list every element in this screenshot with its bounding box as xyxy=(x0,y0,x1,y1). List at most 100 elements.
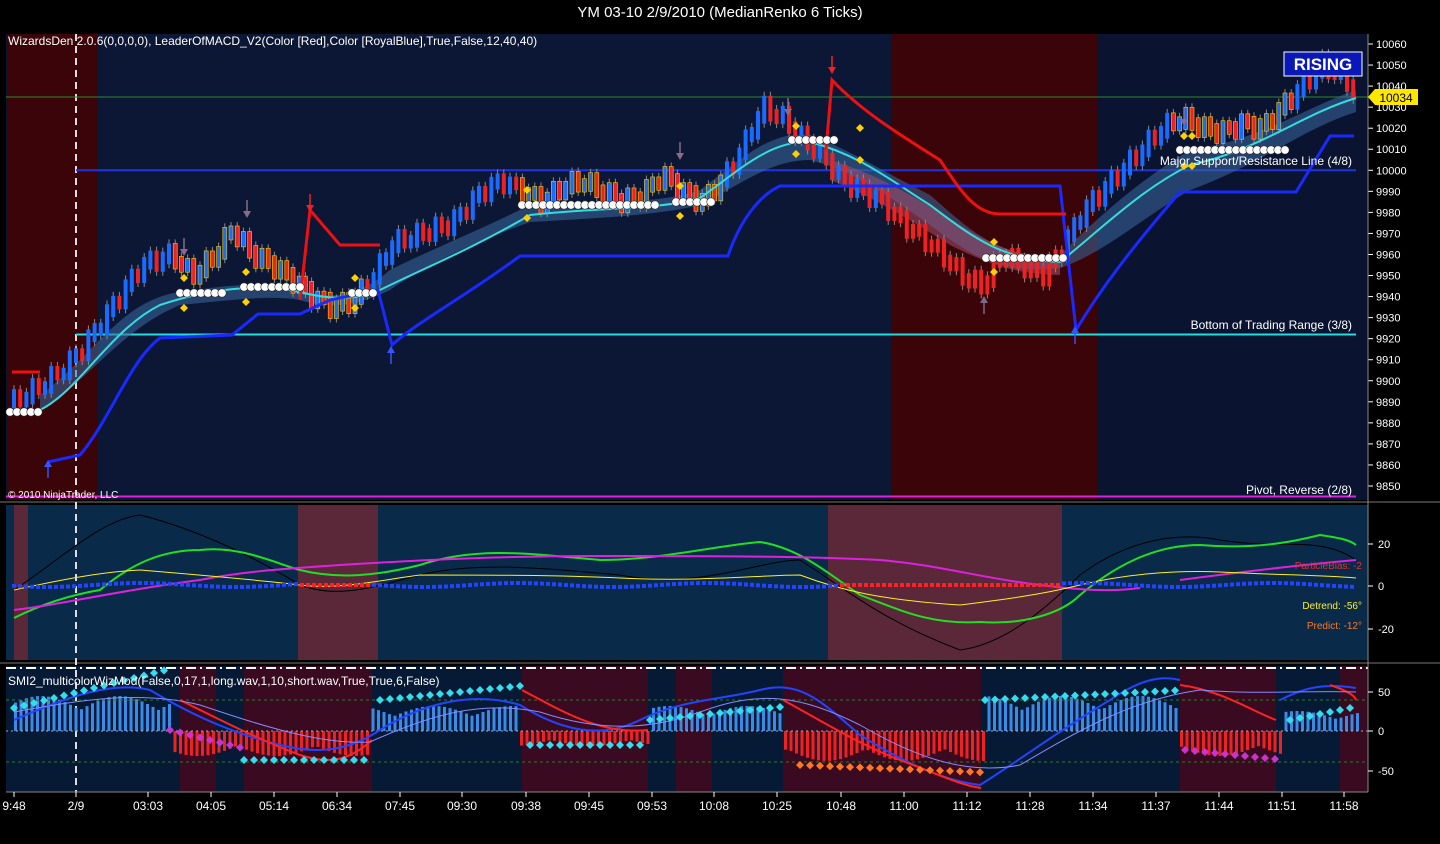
candle xyxy=(917,223,922,237)
osc-dot xyxy=(444,584,448,589)
osc-dot xyxy=(1260,581,1264,586)
smi-bar xyxy=(1268,731,1271,751)
pivot-label: Pivot, Reverse (2/8) xyxy=(1246,483,1352,497)
osc-dot xyxy=(12,583,16,588)
osc-dot xyxy=(72,584,76,589)
candle xyxy=(662,166,668,191)
x-tick-label: 11:34 xyxy=(1078,799,1107,813)
osc-dot xyxy=(654,583,658,588)
candle xyxy=(30,378,35,405)
osc-dot xyxy=(1122,582,1126,587)
smi-bar xyxy=(910,731,914,761)
smi-bar xyxy=(998,699,1002,731)
smi-bar xyxy=(553,731,556,741)
candle xyxy=(384,252,388,266)
osc-dot xyxy=(960,583,964,587)
osc-dot xyxy=(384,583,388,588)
smi-bar xyxy=(943,731,947,750)
osc-dot xyxy=(1290,581,1294,586)
candle xyxy=(1078,215,1083,230)
candle xyxy=(160,251,165,272)
smi-bar xyxy=(140,701,144,731)
osc-dot xyxy=(150,581,154,586)
osc-dot xyxy=(336,583,340,587)
osc-dot xyxy=(822,584,826,589)
candle xyxy=(768,95,773,122)
osc-dot xyxy=(900,583,904,587)
candle xyxy=(650,176,655,193)
osc-dot xyxy=(1074,581,1078,586)
osc-dot xyxy=(240,584,244,589)
candle xyxy=(105,304,109,336)
osc-dot xyxy=(162,581,166,586)
smi-bar xyxy=(822,731,826,761)
osc-dot xyxy=(1188,584,1192,589)
osc-dot xyxy=(1242,581,1246,586)
osc-dot xyxy=(1134,583,1138,588)
smi-bar xyxy=(102,698,105,731)
candle xyxy=(477,185,481,204)
x-tick-label: 09:53 xyxy=(637,799,667,813)
osc-dot xyxy=(348,583,352,587)
osc-dot xyxy=(372,582,376,587)
osc-dot xyxy=(954,583,958,587)
copyright: © 2010 NinjaTrader, LLC xyxy=(8,490,118,501)
osc-dot xyxy=(594,584,598,589)
osc-dot xyxy=(1008,583,1012,587)
smi-bar xyxy=(129,697,133,731)
osc-dot xyxy=(396,584,400,589)
osc-dot xyxy=(1098,581,1102,586)
osc-dot xyxy=(324,583,328,587)
osc-dot xyxy=(30,584,34,589)
smi-bar xyxy=(641,731,644,743)
smi-bar xyxy=(1004,701,1007,731)
osc-dot xyxy=(180,582,184,587)
smi-bar xyxy=(938,731,941,752)
smi-bar xyxy=(311,731,314,748)
candle xyxy=(24,391,29,408)
candle xyxy=(1233,121,1238,140)
osc-dot xyxy=(1338,584,1342,589)
x-tick-label: 11:37 xyxy=(1141,799,1170,813)
smi-bar xyxy=(85,706,89,731)
candle xyxy=(228,225,234,241)
price-tick-label: 10000 xyxy=(1376,165,1407,177)
candle xyxy=(1251,115,1257,140)
candle xyxy=(973,269,977,289)
candle xyxy=(582,178,587,193)
osc-dot xyxy=(1296,581,1300,586)
osc-dot xyxy=(1176,585,1180,589)
x-tick-label: 03:03 xyxy=(133,799,163,813)
candle xyxy=(111,295,116,318)
x-tick-label: 11:58 xyxy=(1329,799,1358,813)
smi-bar xyxy=(1075,698,1079,731)
candle xyxy=(923,223,928,253)
smi-bar xyxy=(960,731,963,757)
osc-dot xyxy=(1332,583,1336,588)
osc-dot xyxy=(786,584,790,589)
smi-bar xyxy=(514,706,518,731)
osc-dot xyxy=(984,583,988,587)
price-tick-label: 9960 xyxy=(1376,249,1400,261)
candle xyxy=(18,389,23,408)
chart-area[interactable]: 1006010050100401003010020100101000099909… xyxy=(0,0,1440,844)
signal-dot xyxy=(1058,253,1068,263)
candle xyxy=(762,95,767,124)
smi-tick-label: -50 xyxy=(1378,766,1394,778)
candle xyxy=(1103,181,1108,207)
osc-dot xyxy=(246,584,250,589)
osc-dot xyxy=(1110,581,1114,586)
osc-dot xyxy=(972,583,976,587)
smi-bar xyxy=(96,700,100,731)
osc-dot xyxy=(546,581,550,586)
candle xyxy=(886,191,891,221)
osc-dot xyxy=(912,583,916,587)
osc-dot xyxy=(936,583,940,587)
smi-bar xyxy=(63,702,67,731)
osc-dot xyxy=(738,582,742,587)
osc-dot xyxy=(312,583,316,587)
smi-bar xyxy=(437,706,441,731)
osc-dot xyxy=(1014,583,1018,587)
candle xyxy=(532,186,538,201)
smi-bar xyxy=(503,706,507,731)
